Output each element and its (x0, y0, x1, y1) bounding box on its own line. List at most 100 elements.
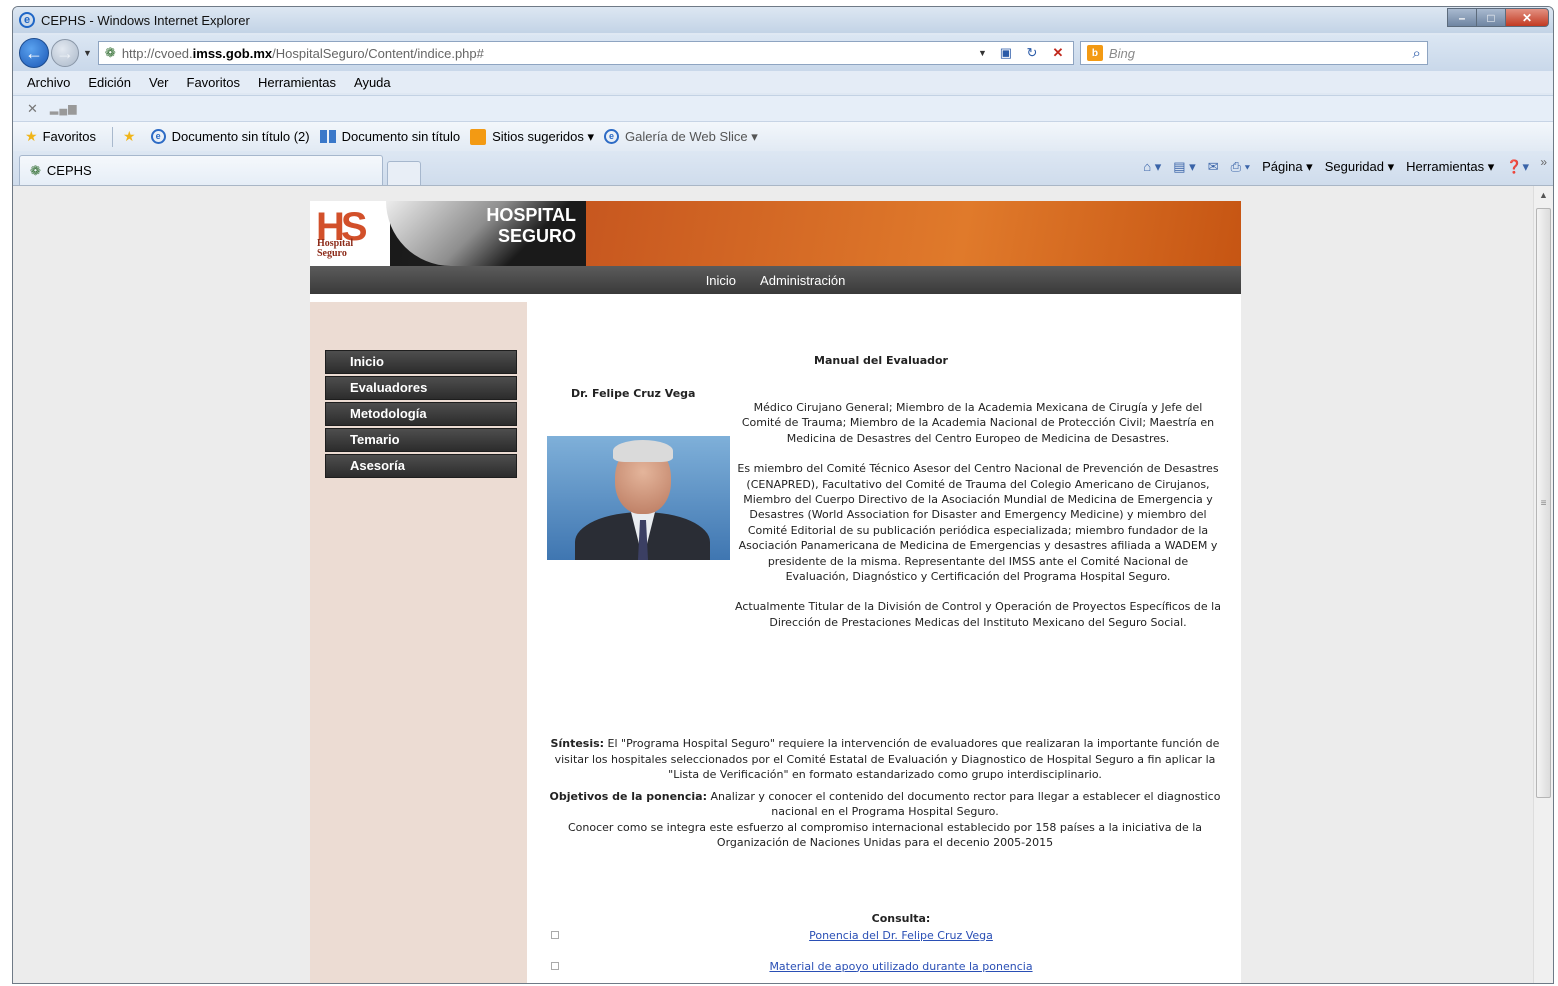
tab-bar: ❁ CEPHS ⌂ ▾ ▤ ▾ ✉ ⎙ ▾ Página ▾ Seguridad… (13, 151, 1553, 185)
url-prefix: http://cvoed. (121, 45, 193, 61)
tools-menu[interactable]: Herramientas ▾ (1406, 159, 1494, 175)
fav-link-doc[interactable]: Documento sin título (319, 129, 461, 144)
author-name: Dr. Felipe Cruz Vega (571, 387, 696, 400)
close-button[interactable]: ✕ (1505, 8, 1549, 27)
scroll-thumb[interactable]: ≡ (1536, 208, 1551, 798)
tab-label: CEPHS (46, 163, 92, 178)
sidebar-menu: Inicio Evaluadores Metodología Temario A… (325, 350, 517, 480)
grid-icon (319, 130, 336, 143)
forward-button[interactable]: → (51, 39, 79, 67)
consulta-label: Consulta: (871, 912, 931, 925)
author-photo (547, 436, 730, 560)
menu-favoritos[interactable]: Favoritos (187, 75, 240, 90)
help-icon[interactable]: ❓▾ (1506, 159, 1529, 175)
bio-paragraph: Actualmente Titular de la División de Co… (735, 600, 1221, 629)
synthesis-label: Síntesis: (550, 737, 605, 750)
add-favorite-icon: ★ (123, 128, 136, 144)
suggested-sites-icon (470, 128, 487, 145)
fav-link-label: Galería de Web Slice ▾ (625, 128, 758, 144)
command-bar: ⌂ ▾ ▤ ▾ ✉ ⎙ ▾ Página ▾ Seguridad ▾ Herra… (1131, 159, 1529, 175)
fav-link-suggested[interactable]: Sitios sugeridos ▾ (470, 128, 595, 145)
url-domain: imss.gob.mx (192, 45, 273, 61)
main-content: Manual del Evaluador Dr. Felipe Cruz Veg… (527, 302, 1241, 983)
title-bar: e CEPHS - Windows Internet Explorer – □ … (13, 7, 1553, 33)
favorites-button[interactable]: ★ Favoritos (25, 128, 96, 145)
ie-page-icon: e (150, 129, 166, 144)
bio-paragraph: Es miembro del Comité Técnico Asesor del… (737, 462, 1219, 584)
search-placeholder: Bing (1108, 45, 1135, 61)
fav-link-webslice[interactable]: e Galería de Web Slice ▾ (604, 129, 758, 145)
search-input[interactable]: b Bing ⌕ (1079, 41, 1428, 65)
refresh-icon[interactable]: ↻ (1021, 43, 1043, 63)
fav-link-label: Documento sin título (341, 129, 461, 144)
objectives-text: Analizar y conocer el contenido del docu… (706, 789, 1221, 819)
url-path: /HospitalSeguro/Content/indice.php# (272, 45, 484, 61)
page-menu[interactable]: Página ▾ (1262, 159, 1313, 175)
nav-inicio[interactable]: Inicio (706, 273, 736, 288)
sidebar: Inicio Evaluadores Metodología Temario A… (310, 302, 527, 983)
browser-window: e CEPHS - Windows Internet Explorer – □ … (12, 6, 1554, 984)
back-button[interactable]: ← (19, 38, 49, 68)
synthesis-section: Síntesis: El "Programa Hospital Seguro" … (547, 736, 1223, 857)
consulta-section: Consulta: Ponencia del Dr. Felipe Cruz V… (547, 912, 1223, 983)
sidebar-item-asesoria[interactable]: Asesoría (325, 454, 517, 478)
star-icon: ★ (25, 128, 38, 144)
vertical-scrollbar[interactable]: ▲ ≡ (1533, 186, 1553, 983)
bing-icon: b (1086, 45, 1103, 61)
author-bio: Médico Cirujano General; Miembro de la A… (735, 400, 1221, 645)
maximize-button[interactable]: □ (1476, 8, 1506, 27)
menu-ayuda[interactable]: Ayuda (354, 75, 391, 90)
url-dropdown-icon[interactable]: ▼ (978, 48, 987, 58)
stop-icon[interactable]: ✕ (1047, 43, 1069, 63)
site-brand: HOSPITAL SEGURO (486, 205, 576, 246)
address-bar: ← → ▼ ❁ http://cvoed. imss.gob.mx/Hospita… (13, 35, 1553, 71)
tab-cephs[interactable]: ❁ CEPHS (19, 155, 383, 185)
feeds-icon[interactable]: ▤ ▾ (1173, 159, 1195, 175)
url-field[interactable]: ❁ http://cvoed. imss.gob.mx/HospitalSegur… (97, 41, 1074, 65)
search-icon[interactable]: ⌕ (1413, 45, 1421, 62)
nav-administracion[interactable]: Administración (760, 273, 845, 288)
site-header: HS Hospital Seguro HOSPITAL SEGURO (310, 201, 1241, 266)
fav-link-doc2[interactable]: e Documento sin título (2) (150, 129, 310, 144)
add-favorite-button[interactable]: ★ (123, 128, 141, 145)
close-toolbar-icon[interactable]: ✕ (27, 101, 38, 117)
print-icon[interactable]: ⎙ ▾ (1231, 159, 1250, 175)
scroll-up-icon[interactable]: ▲ (1539, 190, 1548, 200)
menu-herramientas[interactable]: Herramientas (258, 75, 336, 90)
sidebar-item-inicio[interactable]: Inicio (325, 350, 517, 374)
compatibility-view-icon[interactable]: ▣ (995, 43, 1017, 63)
site-icon: ❁ (104, 45, 116, 60)
material-link[interactable]: Material de apoyo utilizado durante la p… (559, 960, 1223, 973)
menu-bar: Archivo Edición Ver Favoritos Herramient… (13, 71, 1553, 93)
favorites-label: Favoritos (42, 129, 97, 144)
ponencia-link[interactable]: Ponencia del Dr. Felipe Cruz Vega (559, 929, 1223, 942)
bullet-icon (551, 962, 559, 970)
page-viewport: HS Hospital Seguro HOSPITAL SEGURO Inicio … (13, 185, 1553, 983)
page-title: Manual del Evaluador (814, 354, 948, 367)
minimize-button[interactable]: – (1447, 8, 1477, 27)
ie-page-icon: e (604, 129, 620, 144)
ie-logo-icon: e (19, 12, 35, 28)
site-icon: ❁ (30, 162, 41, 178)
synthesis-text: El "Programa Hospital Seguro" requiere l… (554, 737, 1220, 781)
sidebar-item-temario[interactable]: Temario (325, 428, 517, 452)
hs-logo-subtitle: Hospital Seguro (317, 238, 354, 259)
list-item: Material de apoyo utilizado durante la p… (547, 958, 1223, 974)
menu-ver[interactable]: Ver (149, 75, 169, 90)
new-tab-button[interactable] (387, 161, 421, 185)
recent-pages-dropdown-icon[interactable]: ▼ (83, 48, 92, 58)
home-icon[interactable]: ⌂ ▾ (1143, 159, 1161, 175)
list-item: Ponencia del Dr. Felipe Cruz Vega (547, 927, 1223, 943)
more-chevron-icon[interactable]: » (1540, 155, 1547, 169)
safety-menu[interactable]: Seguridad ▾ (1325, 159, 1394, 175)
toolbar-strip: ✕ ▂▄▆ (13, 95, 1553, 121)
window-title: CEPHS - Windows Internet Explorer (41, 12, 250, 28)
mail-icon[interactable]: ✉ (1208, 159, 1219, 175)
sidebar-item-metodologia[interactable]: Metodología (325, 402, 517, 426)
menu-edicion[interactable]: Edición (88, 75, 131, 90)
menu-archivo[interactable]: Archivo (27, 75, 70, 90)
signal-bars-icon: ▂▄▆ (49, 103, 78, 115)
sidebar-item-evaluadores[interactable]: Evaluadores (325, 376, 517, 400)
fav-link-label: Sitios sugeridos ▾ (492, 128, 595, 144)
web-page: HS Hospital Seguro HOSPITAL SEGURO Inicio … (310, 201, 1241, 983)
